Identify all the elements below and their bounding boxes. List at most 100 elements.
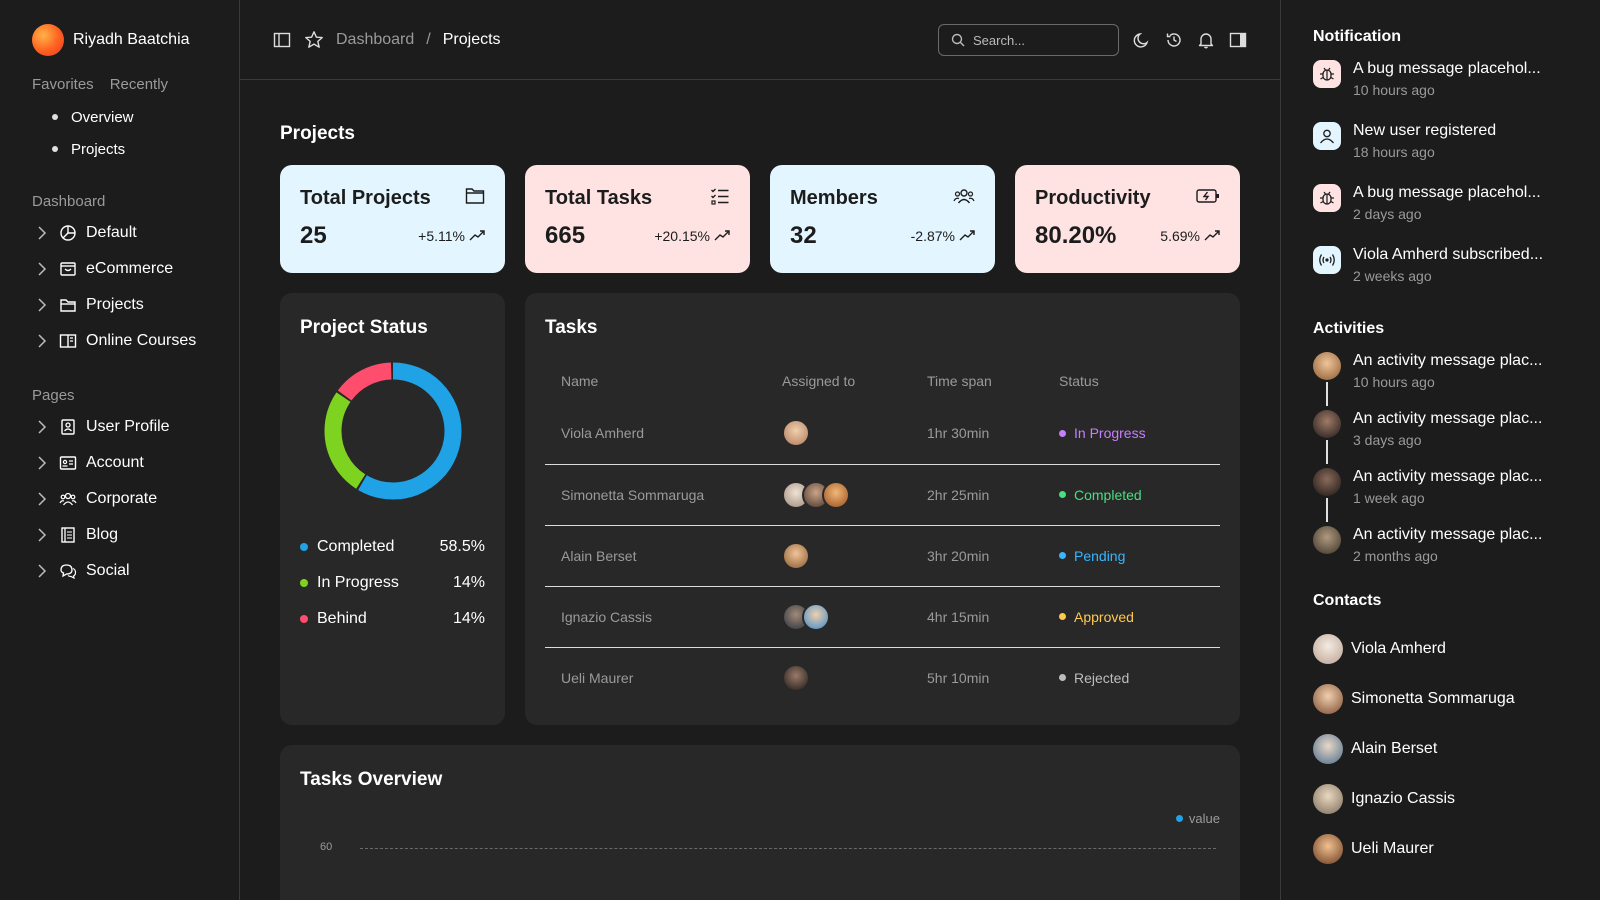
sidebar-toggle-icon[interactable] xyxy=(272,30,292,50)
legend-label: In Progress xyxy=(317,574,399,591)
sidebar-item-label: Default xyxy=(86,224,137,241)
status-legend: Completed 58.5% In Progress 14% Behind 1… xyxy=(300,529,485,637)
y-axis-tick: 60 xyxy=(320,841,333,853)
column-header-assigned[interactable]: Assigned to xyxy=(782,359,927,403)
star-icon[interactable] xyxy=(304,30,324,50)
stat-title: Productivity xyxy=(1035,187,1151,209)
activity-item[interactable]: An activity message plac... 3 days ago xyxy=(1313,410,1568,468)
sidebar-item-ecommerce[interactable]: eCommerce xyxy=(32,251,207,287)
notification-time: 2 days ago xyxy=(1353,206,1422,222)
sidebar-item-account[interactable]: Account xyxy=(32,445,207,481)
bullet-icon xyxy=(52,146,58,152)
table-header-row: Name Assigned to Time span Status xyxy=(545,359,1220,403)
status-dot xyxy=(1059,429,1066,437)
avatar xyxy=(1313,634,1343,664)
avatar xyxy=(1313,526,1341,554)
notification-item[interactable]: A bug message placehol... 2 days ago xyxy=(1313,184,1568,234)
card-title: Tasks xyxy=(545,317,598,338)
legend-item-completed: Completed 58.5% xyxy=(300,529,485,565)
table-row[interactable]: Viola Amherd 1hr 30min In Progress xyxy=(545,403,1220,465)
chevron-right-icon[interactable] xyxy=(32,453,52,473)
activity-text: An activity message plac... xyxy=(1353,352,1543,369)
notification-item[interactable]: Viola Amherd subscribed... 2 weeks ago xyxy=(1313,246,1568,296)
notification-text: A bug message placehol... xyxy=(1353,60,1541,77)
tab-recently[interactable]: Recently xyxy=(110,76,168,93)
favorite-item-overview[interactable]: Overview xyxy=(32,101,207,133)
chevron-right-icon[interactable] xyxy=(32,525,52,545)
avatar xyxy=(1313,410,1341,438)
favorites-list: Overview Projects xyxy=(32,101,207,165)
column-header-time[interactable]: Time span xyxy=(927,359,1059,403)
notification-text: A bug message placehol... xyxy=(1353,184,1541,201)
notification-time: 2 weeks ago xyxy=(1353,268,1432,284)
stat-value: 25 xyxy=(300,222,327,249)
right-panel-toggle-icon[interactable] xyxy=(1228,30,1248,50)
avatar xyxy=(1313,834,1343,864)
contact-item[interactable]: Viola Amherd xyxy=(1313,624,1568,674)
table-row[interactable]: Simonetta Sommaruga 2hr 25min Completed xyxy=(545,464,1220,526)
chevron-right-icon[interactable] xyxy=(32,561,52,581)
sidebar-item-label: Projects xyxy=(86,296,144,313)
table-row[interactable]: Ignazio Cassis 4hr 15min Approved xyxy=(545,586,1220,648)
stat-change: +5.11% xyxy=(418,228,465,244)
moon-icon[interactable] xyxy=(1132,30,1152,50)
sidebar-item-default[interactable]: Default xyxy=(32,215,207,251)
notification-time: 18 hours ago xyxy=(1353,144,1435,160)
chevron-right-icon[interactable] xyxy=(32,223,52,243)
chevron-right-icon[interactable] xyxy=(32,489,52,509)
trend-up-icon xyxy=(469,228,485,244)
chevron-right-icon[interactable] xyxy=(32,295,52,315)
sidebar-item-projects[interactable]: Projects xyxy=(32,287,207,323)
stat-card-members[interactable]: Members 32 -2.87% xyxy=(770,165,995,273)
chevron-right-icon[interactable] xyxy=(32,259,52,279)
left-sidebar: Riyadh Baatchia Favorites Recently Overv… xyxy=(0,0,240,900)
activity-time: 2 months ago xyxy=(1353,548,1438,564)
column-header-status[interactable]: Status xyxy=(1059,359,1220,403)
contact-name: Ignazio Cassis xyxy=(1351,790,1456,807)
tab-favorites[interactable]: Favorites xyxy=(32,76,94,93)
avatar xyxy=(782,541,810,570)
breadcrumb-dashboard[interactable]: Dashboard xyxy=(336,31,414,49)
sidebar-item-corporate[interactable]: Corporate xyxy=(32,481,207,517)
notification-item[interactable]: New user registered 18 hours ago xyxy=(1313,122,1568,172)
search-input[interactable] xyxy=(973,32,1103,48)
timeline-connector xyxy=(1326,440,1328,464)
notification-item[interactable]: A bug message placehol... 10 hours ago xyxy=(1313,60,1568,110)
stat-card-productivity[interactable]: Productivity 80.20% 5.69% xyxy=(1015,165,1240,273)
chevron-right-icon[interactable] xyxy=(32,417,52,437)
dashboard-nav: Default eCommerce Projects Online Course… xyxy=(32,215,207,359)
column-header-name[interactable]: Name xyxy=(545,359,782,403)
favorite-item-projects[interactable]: Projects xyxy=(32,133,207,165)
avatar xyxy=(1313,352,1341,380)
id-card-icon xyxy=(58,453,78,473)
contact-item[interactable]: Simonetta Sommaruga xyxy=(1313,674,1568,724)
task-name: Ignazio Cassis xyxy=(545,586,782,648)
profile[interactable]: Riyadh Baatchia xyxy=(32,22,207,58)
bell-icon[interactable] xyxy=(1196,30,1216,50)
history-icon[interactable] xyxy=(1164,30,1184,50)
chevron-right-icon[interactable] xyxy=(32,331,52,351)
contact-item[interactable]: Alain Berset xyxy=(1313,724,1568,774)
status-badge: Rejected xyxy=(1074,669,1130,686)
task-name: Alain Berset xyxy=(545,525,782,587)
activity-item[interactable]: An activity message plac... 10 hours ago xyxy=(1313,352,1568,410)
checklist-icon xyxy=(710,187,730,210)
table-row[interactable]: Alain Berset 3hr 20min Pending xyxy=(545,525,1220,587)
table-row[interactable]: Ueli Maurer 5hr 10min Rejected xyxy=(545,647,1220,708)
contact-item[interactable]: Ueli Maurer xyxy=(1313,824,1568,874)
bug-icon xyxy=(1313,60,1341,88)
sidebar-item-blog[interactable]: Blog xyxy=(32,517,207,553)
sidebar-item-social[interactable]: Social xyxy=(32,553,207,589)
activity-item[interactable]: An activity message plac... 2 months ago xyxy=(1313,526,1568,584)
activity-item[interactable]: An activity message plac... 1 week ago xyxy=(1313,468,1568,526)
tasks-overview-card: Tasks Overview value 60 xyxy=(280,745,1240,900)
contact-item[interactable]: Ignazio Cassis xyxy=(1313,774,1568,824)
sidebar-item-user-profile[interactable]: User Profile xyxy=(32,409,207,445)
sidebar-item-online-courses[interactable]: Online Courses xyxy=(32,323,207,359)
task-time: 1hr 30min xyxy=(927,403,1059,465)
stat-card-total-projects[interactable]: Total Projects 25 +5.11% xyxy=(280,165,505,273)
main-content: Projects Total Projects 25 +5.11% Total … xyxy=(240,81,1280,900)
search-box[interactable] xyxy=(938,24,1119,56)
stat-title: Total Tasks xyxy=(545,187,653,209)
stat-card-total-tasks[interactable]: Total Tasks 665 +20.15% xyxy=(525,165,750,273)
